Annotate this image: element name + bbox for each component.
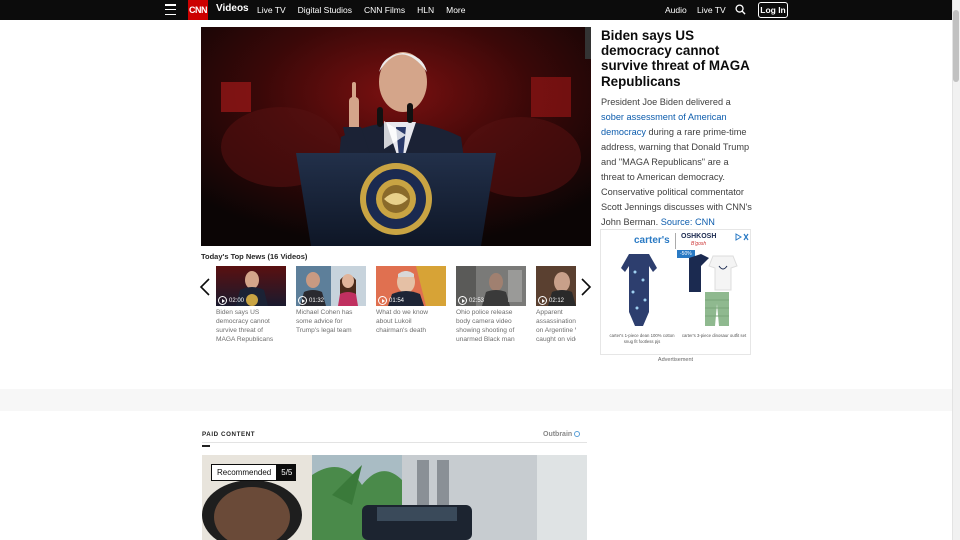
paid-accent-mark	[202, 445, 210, 447]
video-thumbnail[interactable]: 01:32	[296, 266, 366, 306]
video-card[interactable]: 02:00 Biden says US democracy cannot sur…	[216, 266, 286, 344]
video-card-title[interactable]: Ohio police release body camera video sh…	[456, 308, 522, 344]
source-link[interactable]: Source: CNN	[661, 217, 715, 227]
carousel-next-arrow-icon[interactable]	[580, 278, 592, 296]
video-card-title[interactable]: What do we know about Lukoil chairman's …	[376, 308, 442, 335]
video-card[interactable]: 01:32 Michael Cohen has some advice for …	[296, 266, 366, 335]
cnn-logo[interactable]: CNN	[188, 0, 208, 20]
paid-divider	[202, 442, 587, 443]
outbrain-icon	[574, 431, 581, 438]
video-player[interactable]	[201, 27, 591, 246]
video-thumbnail[interactable]: 02:12	[536, 266, 576, 306]
ad-product-outfit	[689, 254, 738, 326]
nav-live-tv[interactable]: Live TV	[697, 5, 726, 15]
play-circle-icon	[458, 296, 467, 305]
duration-badge: 01:54	[378, 296, 404, 305]
outbrain-logo[interactable]: Outbrain	[543, 431, 581, 438]
scrollbar[interactable]	[952, 0, 960, 540]
nav-audio[interactable]: Audio	[665, 5, 687, 15]
play-circle-icon	[538, 296, 547, 305]
ad-product-pajamas	[621, 254, 657, 326]
top-nav: CNN Videos Live TV Digital Studios CNN F…	[0, 0, 952, 20]
ad-label: Advertisement	[657, 357, 694, 363]
duration-badge: 01:32	[298, 296, 324, 305]
duration-text: 01:54	[389, 297, 405, 304]
recommended-count: 5/5	[277, 464, 297, 481]
play-icon[interactable]	[382, 119, 408, 151]
nav-link-live-tv[interactable]: Live TV	[257, 5, 286, 15]
ad-brand-oshkosh: OSHKOSH	[681, 233, 717, 240]
video-card[interactable]: 02:12 Apparent assassination attempt on …	[536, 266, 576, 344]
advertisement[interactable]: carter's OSHKOSH B'gosh -50% carter's 1-…	[600, 229, 751, 355]
duration-text: 02:53	[469, 297, 485, 304]
desc-text-2: during a rare prime-time address, warnin…	[601, 127, 752, 227]
nav-link-hln[interactable]: HLN	[417, 5, 434, 15]
duration-badge: 02:12	[538, 296, 564, 305]
desc-text-1: President Joe Biden delivered a	[601, 97, 731, 107]
outbrain-text: Outbrain	[543, 431, 573, 438]
video-card-title[interactable]: Biden says US democracy cannot survive t…	[216, 308, 282, 344]
recommended-label: Recommended	[211, 464, 278, 481]
login-button[interactable]: Log In	[758, 2, 788, 18]
ad-brand-carters: carter's	[634, 235, 670, 246]
top-news-title: Today's Top News (16 Videos)	[201, 252, 308, 261]
nav-links: Live TV Digital Studios CNN Films HLN Mo…	[257, 5, 477, 15]
video-thumbnail[interactable]: 02:00	[216, 266, 286, 306]
ad-brand-sub: B'gosh	[691, 241, 707, 247]
carousel-prev-arrow-icon[interactable]	[199, 278, 211, 296]
nav-link-cnn-films[interactable]: CNN Films	[364, 5, 405, 15]
video-side-tag	[585, 27, 591, 59]
play-circle-icon	[378, 296, 387, 305]
duration-text: 01:32	[309, 297, 325, 304]
video-card[interactable]: 01:54 What do we know about Lukoil chair…	[376, 266, 446, 335]
video-card[interactable]: 02:53 Ohio police release body camera vi…	[456, 266, 526, 344]
article-headline: Biden says US democracy cannot survive t…	[601, 28, 750, 89]
play-circle-icon	[218, 296, 227, 305]
video-card-title[interactable]: Michael Cohen has some advice for Trump'…	[296, 308, 362, 335]
video-card-title[interactable]: Apparent assassination attempt on Argent…	[536, 308, 576, 344]
ad-divider	[675, 233, 676, 249]
play-circle-icon	[298, 296, 307, 305]
nav-link-digital-studios[interactable]: Digital Studios	[298, 5, 352, 15]
scrollbar-thumb[interactable]	[953, 10, 959, 82]
menu-icon[interactable]	[165, 4, 176, 15]
recommended-badge: Recommended 5/5	[211, 464, 297, 481]
search-icon[interactable]	[735, 4, 746, 15]
ad-caption-1: carter's 1-piece dean 100% cotton snug f…	[609, 333, 675, 344]
video-thumbnail[interactable]: 01:54	[376, 266, 446, 306]
duration-badge: 02:00	[218, 296, 244, 305]
paid-content-label: PAID CONTENT	[202, 431, 256, 438]
nav-section-videos[interactable]: Videos	[216, 3, 249, 14]
article-description: President Joe Biden delivered a sober as…	[601, 95, 753, 230]
adchoices-icon[interactable]	[735, 233, 749, 241]
section-divider-band	[0, 389, 952, 411]
ad-caption-2: carter's 3-piece dinosaur outfit set	[681, 333, 747, 338]
video-thumbnail[interactable]: 02:53	[456, 266, 526, 306]
nav-link-more[interactable]: More	[446, 5, 465, 15]
duration-badge: 02:53	[458, 296, 484, 305]
top-news-carousel: 02:00 Biden says US democracy cannot sur…	[216, 266, 576, 346]
duration-text: 02:00	[229, 297, 245, 304]
duration-text: 02:12	[549, 297, 565, 304]
